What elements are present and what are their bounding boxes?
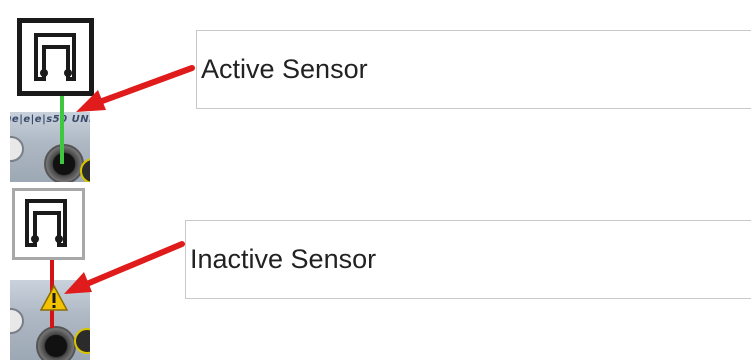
device-port-left: [10, 136, 24, 162]
inactive-sensor-label: Inactive Sensor: [190, 244, 377, 274]
pointer-arrow-inactive: [64, 241, 185, 294]
active-sensor-label-box: Active Sensor: [196, 30, 751, 109]
device-port-left: [10, 308, 24, 334]
active-sensor-group: ıe|e|e|s50 UNIV Active Sensor: [0, 0, 751, 182]
device-port-right: [74, 328, 90, 354]
device-panel: ıe|e|e|s50 UNIV: [10, 112, 90, 182]
sensor-port-connector[interactable]: [44, 144, 84, 182]
inactive-sensor-group: Inactive Sensor: [0, 180, 751, 360]
active-sensor-label: Active Sensor: [201, 54, 368, 84]
inactive-sensor-label-box: Inactive Sensor: [185, 220, 751, 299]
sensor-wire-active: [60, 94, 64, 164]
pointer-arrow-active: [76, 65, 195, 112]
sensor-port-connector[interactable]: [36, 326, 76, 360]
